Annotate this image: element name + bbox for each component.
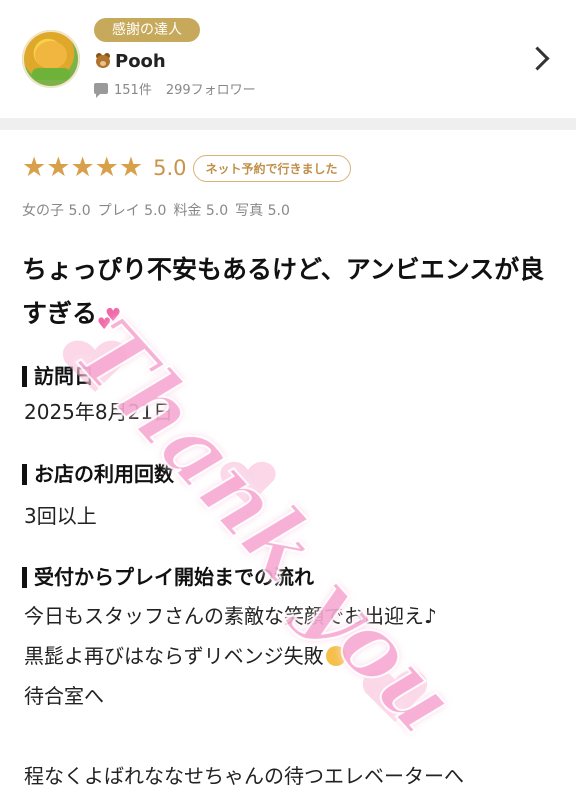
star-icon: ★ [22, 152, 47, 183]
rating-score: 5.0 [153, 156, 187, 180]
rating-row: ★ ★ ★ ★ ★ 5.0 ネット予約で行きました [22, 152, 351, 184]
frustrated-face-icon [325, 646, 346, 666]
flow-line-5: 程なくよばれななせちゃんの待つエレベーターへ [24, 764, 464, 788]
subscores: 女の子 5.0 プレイ 5.0 料金 5.0 写真 5.0 [22, 200, 297, 220]
avatar-tag-shape [32, 68, 70, 80]
avatar[interactable] [22, 30, 80, 88]
reviewer-profile[interactable]: 感謝の達人 Pooh 151件 299フォロワー [0, 0, 576, 118]
flow-line-2: 黒髭よ再びはならずリベンジ失敗 [24, 636, 346, 676]
flow-line-2-text: 黒髭よ再びはならずリベンジ失敗 [24, 644, 324, 668]
chevron-right-icon[interactable] [525, 46, 550, 71]
comment-icon [94, 82, 108, 98]
follower-count: 299フォロワー [165, 82, 256, 98]
reviewer-meta: 151件 299フォロワー [94, 79, 256, 98]
star-rating: ★ ★ ★ ★ ★ [22, 153, 143, 183]
booking-method-pill: ネット予約で行きました [192, 154, 351, 182]
star-icon: ★ [46, 152, 71, 183]
visit-date-heading: 訪問日 [22, 362, 94, 390]
heart-shape [220, 461, 276, 506]
review-title: ちょっぴり不安もあるけど、アンビエンスが良すぎる ♥ ♥ [22, 248, 557, 336]
flow-heading: 受付からプレイ開始までの流れ [22, 563, 314, 591]
two-hearts-icon: ♥ ♥ [97, 305, 122, 333]
flow-line-1: 今日もスタッフさんの素敵な笑顔でお出迎え♪ [24, 604, 437, 628]
usage-count-heading: お店の利用回数 [22, 460, 174, 488]
heart-shape [362, 670, 428, 722]
bear-icon [94, 52, 112, 70]
star-icon: ★ [118, 152, 144, 183]
star-icon: ★ [70, 152, 95, 183]
subscore-play: プレイ 5.0 [97, 203, 167, 219]
star-icon: ★ [94, 152, 119, 183]
username: Pooh [115, 50, 166, 72]
section-divider [0, 118, 576, 130]
usage-count: 3回以上 [24, 504, 97, 528]
reviewer-badge: 感謝の達人 [94, 18, 200, 42]
subscore-price: 料金 5.0 [173, 203, 229, 219]
review-count: 151件 [114, 82, 152, 98]
pooh-avatar-image [35, 41, 67, 69]
username-row: Pooh [94, 50, 166, 72]
watermark-text: Thank you [54, 299, 476, 752]
subscore-photo: 写真 5.0 [235, 203, 290, 219]
flow-line-3: 待合室へ [24, 684, 104, 708]
visit-date: 2025年8月21日 [24, 400, 174, 424]
subscore-girl: 女の子 5.0 [22, 203, 91, 219]
